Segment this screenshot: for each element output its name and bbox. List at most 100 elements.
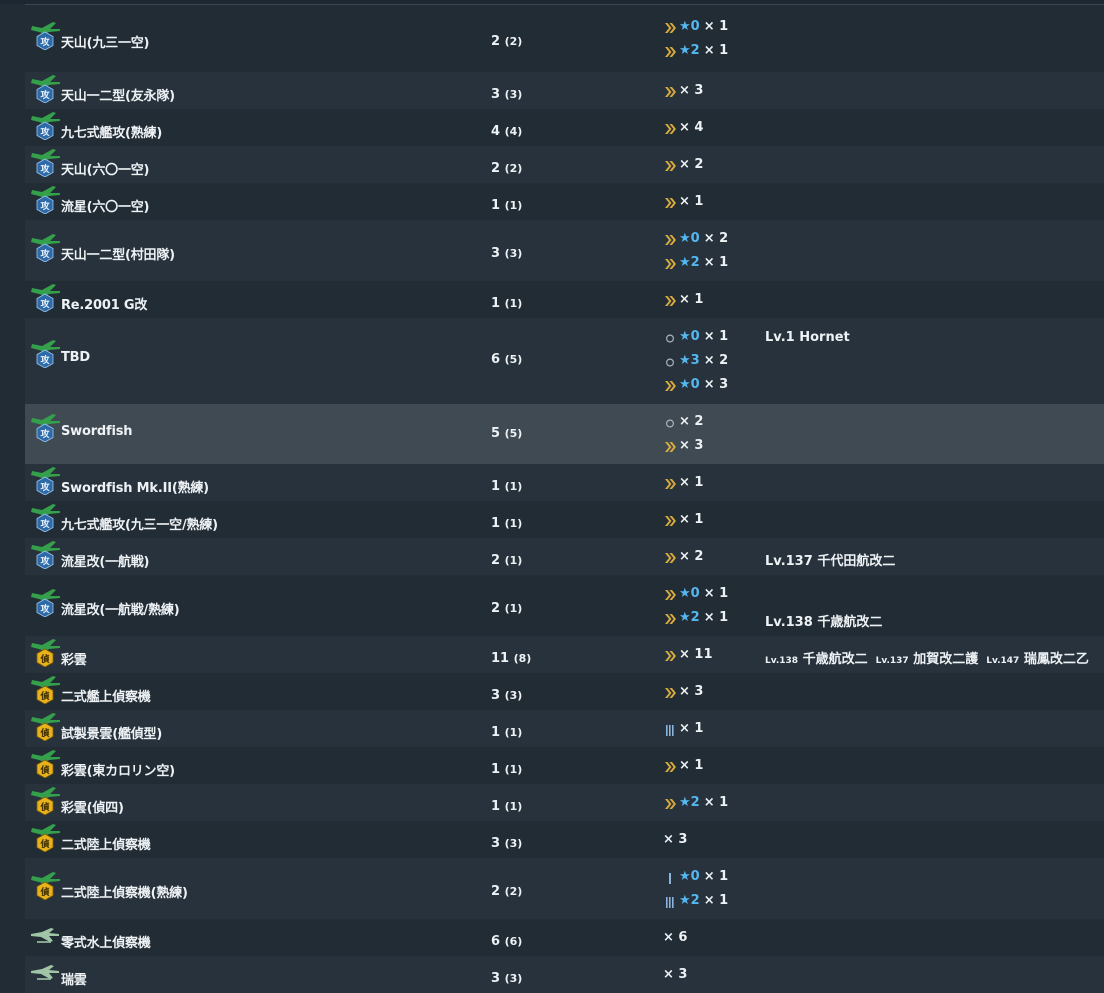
svg-text:攻: 攻	[40, 428, 50, 440]
equipment-count: 6 (6)	[491, 934, 522, 949]
proficiency-chevron-icon	[663, 20, 677, 34]
proficiency-chevron-icon	[663, 476, 677, 490]
table-row[interactable]: 攻流星(六〇一空) 1 (1) × 1	[25, 183, 1104, 220]
table-row[interactable]: 偵二式陸上偵察機 3 (3) × 3	[25, 821, 1104, 858]
proficiency-chevron-icon	[663, 378, 677, 392]
equipment-name: 二式陸上偵察機(熟練)	[61, 886, 188, 901]
table-row[interactable]: 瑞雲 3 (3) × 3	[25, 956, 1104, 993]
equipment-name: 天山(九三一空)	[61, 36, 150, 51]
table-row[interactable]: 偵彩雲 11 (8) × 11 Lv.138 千歳航改二 Lv.137 加賀改二護 Lv.…	[25, 636, 1104, 673]
proficiency-list: ★0 × 1 ★2 × 1	[663, 865, 728, 913]
proficiency-entry: × 1	[663, 717, 703, 741]
ship-level: Lv.147	[986, 655, 1020, 666]
proficiency-entry: × 2	[663, 545, 703, 569]
count-available: (1)	[504, 554, 523, 567]
count-total: 2	[491, 161, 501, 176]
ship-level: Lv.137	[875, 655, 909, 666]
equipment-table: 攻天山(九三一空) 2 (2) ★0 × 1 ★2 × 1 攻天山一二型(友永隊) 3 (3)…	[25, 5, 1104, 993]
table-row[interactable]: 攻流星改(一航戦) 2 (1) × 2 Lv.137 千代田航改二	[25, 538, 1104, 575]
count-total: 6	[491, 934, 501, 949]
equipment-count: 1 (1)	[491, 479, 522, 494]
ship-level: Lv.138	[765, 655, 799, 666]
table-row[interactable]: 偵彩雲(偵四) 1 (1) ★2 × 1	[25, 784, 1104, 821]
proficiency-entry: ★2 × 1	[663, 889, 728, 913]
circle-icon	[663, 354, 677, 368]
multiplier: × 1	[703, 585, 729, 601]
table-row[interactable]: 攻九七式艦攻(熟練) 4 (4) × 4	[25, 109, 1104, 146]
table-row[interactable]: 攻天山(九三一空) 2 (2) ★0 × 1 ★2 × 1	[25, 5, 1104, 72]
equipment-name: 彩雲	[61, 653, 87, 668]
count-available: (3)	[504, 972, 523, 985]
proficiency-chevron-icon	[663, 84, 677, 98]
count-total: 3	[491, 87, 501, 102]
table-row[interactable]: 偵彩雲(東カロリン空) 1 (1) × 1	[25, 747, 1104, 784]
count-available: (5)	[504, 427, 523, 440]
proficiency-bar-icon	[663, 894, 677, 908]
table-row[interactable]: 攻 TBD 6 (5) ★0 × 1 ★3 × 2 ★0 × 3 Lv.1 Hornet	[25, 318, 1104, 404]
proficiency-list: ★0 × 1 ★2 × 1	[663, 582, 728, 630]
improvement-star: ★3	[679, 353, 700, 368]
improvement-star: ★2	[679, 892, 700, 908]
count-available: (6)	[504, 935, 523, 948]
torpedo-bomber-icon: 攻	[29, 587, 61, 618]
proficiency-chevron-icon	[663, 685, 677, 699]
table-row[interactable]: 偵試製景雲(艦偵型) 1 (1) × 1	[25, 710, 1104, 747]
table-row[interactable]: 攻天山一二型(友永隊) 3 (3) × 3	[25, 72, 1104, 109]
equipment-count: 2 (1)	[491, 601, 522, 616]
proficiency-entry: ★0 × 1	[663, 582, 728, 606]
torpedo-bomber-icon: 攻	[29, 412, 61, 443]
recon-plane-icon: 偵	[29, 748, 61, 779]
count-total: 3	[491, 971, 501, 986]
proficiency-entry: × 1	[663, 754, 703, 778]
table-row[interactable]: 偵二式陸上偵察機(熟練) 2 (2) ★0 × 1 ★2 × 1	[25, 858, 1104, 919]
table-row[interactable]: 攻九七式艦攻(九三一空/熟練) 1 (1) × 1	[25, 501, 1104, 538]
multiplier: × 1	[679, 193, 704, 209]
torpedo-bomber-icon: 攻	[29, 282, 61, 313]
svg-text:偵: 偵	[39, 764, 49, 776]
recon-plane-icon: 偵	[29, 785, 61, 816]
proficiency-chevron-icon	[663, 158, 677, 172]
multiplier: × 1	[679, 474, 704, 490]
count-available: (1)	[504, 763, 523, 776]
table-row[interactable]: 攻天山(六〇一空) 2 (2) × 2	[25, 146, 1104, 183]
proficiency-entry: × 11	[663, 643, 713, 667]
count-total: 1	[491, 296, 501, 311]
svg-text:偵: 偵	[39, 838, 49, 850]
count-total: 2	[491, 34, 501, 49]
equipment-name: 二式陸上偵察機	[61, 838, 151, 853]
svg-text:偵: 偵	[39, 653, 49, 665]
proficiency-list: ★0 × 1 ★3 × 2 ★0 × 3	[663, 325, 728, 397]
table-row[interactable]: 攻 Swordfish Mk.II(熟練) 1 (1) × 1	[25, 464, 1104, 501]
table-row[interactable]: 攻流星改(一航戦/熟練) 2 (1) ★0 × 1 ★2 × 1 Lv.138 千歳航改二	[25, 575, 1104, 636]
table-row[interactable]: 攻 Swordfish 5 (5) × 2 × 3	[25, 404, 1104, 464]
recon-plane-icon: 偵	[29, 674, 61, 705]
proficiency-entry: × 2	[663, 410, 703, 434]
multiplier: × 3	[679, 82, 704, 98]
recon-plane-icon: 偵	[29, 822, 61, 853]
equipment-name: 流星改(一航戦/熟練)	[61, 603, 180, 618]
table-row[interactable]: 攻天山一二型(村田隊) 3 (3) ★0 × 2 ★2 × 1	[25, 220, 1104, 281]
table-row[interactable]: 攻 Re.2001 G改 1 (1) × 1	[25, 281, 1104, 318]
count-total: 2	[491, 884, 501, 899]
equipment-count: 3 (3)	[491, 87, 522, 102]
table-row[interactable]: 偵二式艦上偵察機 3 (3) × 3	[25, 673, 1104, 710]
proficiency-entry: × 1	[663, 288, 703, 312]
svg-text:攻: 攻	[40, 126, 50, 138]
equipment-count: 1 (1)	[491, 725, 522, 740]
proficiency-list: × 3	[663, 963, 687, 987]
proficiency-chevron-icon	[663, 611, 677, 625]
count-total: 3	[491, 836, 501, 851]
svg-text:偵: 偵	[39, 727, 49, 739]
count-available: (1)	[504, 199, 523, 212]
proficiency-entry: ★3 × 2	[663, 349, 728, 373]
table-row[interactable]: 零式水上偵察機 6 (6) × 6	[25, 919, 1104, 956]
multiplier: × 2	[703, 230, 729, 246]
equipment-name: 零式水上偵察機	[61, 936, 151, 951]
proficiency-list: × 1	[663, 717, 703, 741]
count-available: (3)	[504, 689, 523, 702]
equipment-name: 流星(六〇一空)	[61, 200, 150, 215]
count-available: (3)	[504, 88, 523, 101]
ship-name: 千代田航改二	[817, 553, 896, 569]
proficiency-entry: × 3	[663, 680, 703, 704]
proficiency-list: ★0 × 2 ★2 × 1	[663, 227, 728, 275]
